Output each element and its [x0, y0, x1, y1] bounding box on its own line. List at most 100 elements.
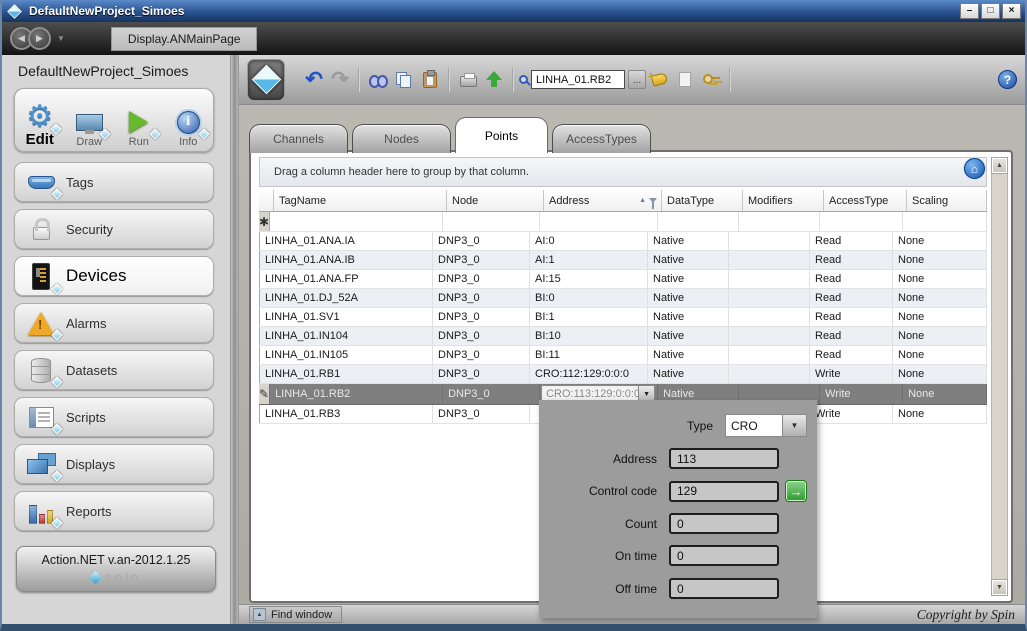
cell-scaling[interactable]: None [893, 232, 987, 250]
on-time-input[interactable]: 0 [669, 545, 779, 566]
table-row[interactable]: LINHA_01.IN104DNP3_0BI:10NativeReadNone [259, 327, 987, 346]
sidebar-item-security[interactable]: Security [14, 209, 214, 249]
sidebar-item-tags[interactable]: Tags [14, 162, 214, 202]
header-scaling[interactable]: Scaling [907, 190, 987, 211]
cell-modifiers[interactable] [729, 289, 810, 307]
apply-button[interactable]: → [785, 480, 807, 502]
vertical-scrollbar[interactable]: ▲ ▼ [991, 157, 1008, 596]
tag-search-input[interactable]: LINHA_01.RB2 [531, 70, 625, 89]
new-row[interactable]: ✱ [259, 212, 987, 232]
cell-node[interactable]: DNP3_0 [433, 405, 530, 423]
sidebar-item-displays[interactable]: Displays [14, 444, 214, 484]
header-node[interactable]: Node [447, 190, 544, 211]
cell-node[interactable]: DNP3_0 [433, 251, 530, 269]
find-button[interactable] [366, 66, 390, 94]
cell-accesstype[interactable]: Read [810, 232, 893, 250]
table-row[interactable]: LINHA_01.IN105DNP3_0BI:11NativeReadNone [259, 346, 987, 365]
tab-channels[interactable]: Channels [249, 124, 348, 153]
address-input[interactable]: 113 [669, 448, 779, 469]
table-row[interactable]: LINHA_01.ANA.IADNP3_0AI:0NativeReadNone [259, 232, 987, 251]
cell-scaling[interactable]: None [893, 365, 987, 383]
sidebar-item-reports[interactable]: Reports [14, 491, 214, 531]
forward-button[interactable]: ▶ [28, 27, 51, 50]
cell-modifiers[interactable] [729, 327, 810, 345]
count-input[interactable]: 0 [669, 513, 779, 534]
cell-tagname[interactable]: LINHA_01.ANA.FP [260, 270, 433, 288]
tab-points[interactable]: Points [455, 117, 548, 153]
cell-accesstype[interactable]: Read [810, 308, 893, 326]
cell-datatype[interactable]: Native [648, 270, 729, 288]
cell-modifiers[interactable] [729, 346, 810, 364]
cell-accesstype[interactable]: Write [810, 405, 893, 423]
cell-node[interactable]: DNP3_0 [433, 327, 530, 345]
type-dropdown[interactable]: CRO ▼ [725, 414, 807, 437]
sidebar-item-alarms[interactable]: Alarms [14, 303, 214, 343]
mode-info[interactable]: i Info [172, 109, 204, 148]
cell-scaling[interactable]: None [893, 327, 987, 345]
scroll-up-icon[interactable]: ▲ [992, 158, 1007, 173]
find-window-button[interactable]: ▲ Find window [249, 606, 342, 623]
sidebar-item-scripts[interactable]: Scripts [14, 397, 214, 437]
sidebar-item-devices[interactable]: Devices [14, 256, 214, 296]
header-tagname[interactable]: TagName [274, 190, 447, 211]
sort-ascending-icon[interactable]: ▲ [639, 197, 646, 204]
cell-scaling[interactable]: None [893, 308, 987, 326]
cell-scaling[interactable]: None [903, 384, 987, 404]
cell-accesstype[interactable]: Write [810, 365, 893, 383]
dropdown-arrow-icon[interactable]: ▼ [783, 414, 807, 437]
cell-tagname[interactable]: LINHA_01.RB1 [260, 365, 433, 383]
control-code-input[interactable]: 129 [669, 481, 779, 502]
undo-button[interactable]: ↶ [302, 66, 326, 94]
maximize-button[interactable]: □ [981, 3, 1000, 19]
cell-modifiers[interactable] [729, 308, 810, 326]
table-row[interactable]: LINHA_01.ANA.FPDNP3_0AI:15NativeReadNone [259, 270, 987, 289]
cell-scaling[interactable]: None [893, 251, 987, 269]
cell-accesstype[interactable]: Write [820, 384, 903, 404]
print-button[interactable] [456, 66, 480, 94]
header-modifiers[interactable]: Modifiers [743, 190, 824, 211]
scroll-down-icon[interactable]: ▼ [992, 580, 1007, 595]
cell-datatype[interactable]: Native [648, 232, 729, 250]
cell-tagname[interactable]: LINHA_01.RB2 [270, 384, 443, 404]
help-button[interactable]: ? [998, 70, 1017, 89]
header-accesstype[interactable]: AccessType [824, 190, 907, 211]
cell-tagname[interactable]: LINHA_01.DJ_52A [260, 289, 433, 307]
cell-accesstype[interactable]: Read [810, 346, 893, 364]
cell-scaling[interactable]: None [893, 289, 987, 307]
add-tag-button[interactable] [647, 66, 671, 94]
cell-accesstype[interactable]: Read [810, 270, 893, 288]
cell-address[interactable]: AI:1 [530, 251, 648, 269]
cell-tagname[interactable]: LINHA_01.IN104 [260, 327, 433, 345]
cell-datatype[interactable]: Native [648, 251, 729, 269]
group-by-bar[interactable]: Drag a column header here to group by th… [259, 157, 987, 187]
cell-tagname[interactable]: LINHA_01.RB3 [260, 405, 433, 423]
cell-modifiers[interactable] [729, 365, 810, 383]
cell-address[interactable]: AI:15 [530, 270, 648, 288]
home-button[interactable]: ⌂ [964, 158, 985, 179]
header-datatype[interactable]: DataType [662, 190, 743, 211]
cell-datatype[interactable]: Native [648, 346, 729, 364]
cell-accesstype[interactable]: Read [810, 251, 893, 269]
off-time-input[interactable]: 0 [669, 578, 779, 599]
cell-accesstype[interactable]: Read [810, 327, 893, 345]
cell-datatype[interactable]: Native [648, 289, 729, 307]
cell-scaling[interactable]: None [893, 270, 987, 288]
mode-run[interactable]: Run [123, 109, 155, 148]
copy-button[interactable] [392, 66, 416, 94]
sidebar-item-datasets[interactable]: Datasets [14, 350, 214, 390]
paste-button[interactable] [418, 66, 442, 94]
minimize-button[interactable]: – [960, 3, 979, 19]
cell-address[interactable]: BI:1 [530, 308, 648, 326]
browse-tags-button[interactable]: ... [628, 70, 646, 89]
cell-datatype[interactable]: Native [648, 365, 729, 383]
cell-address[interactable]: BI:0 [530, 289, 648, 307]
table-row[interactable]: LINHA_01.DJ_52ADNP3_0BI:0NativeReadNone [259, 289, 987, 308]
cell-tagname[interactable]: LINHA_01.ANA.IA [260, 232, 433, 250]
cell-modifiers[interactable] [729, 232, 810, 250]
cell-tagname[interactable]: LINHA_01.SV1 [260, 308, 433, 326]
tab-nodes[interactable]: Nodes [352, 124, 451, 153]
table-row[interactable]: LINHA_01.RB1DNP3_0CRO:112:129:0:0:0Nativ… [259, 365, 987, 384]
cell-node[interactable]: DNP3_0 [443, 384, 540, 404]
history-dropdown-icon[interactable]: ▼ [57, 34, 65, 43]
redo-button[interactable]: ↷ [328, 66, 352, 94]
